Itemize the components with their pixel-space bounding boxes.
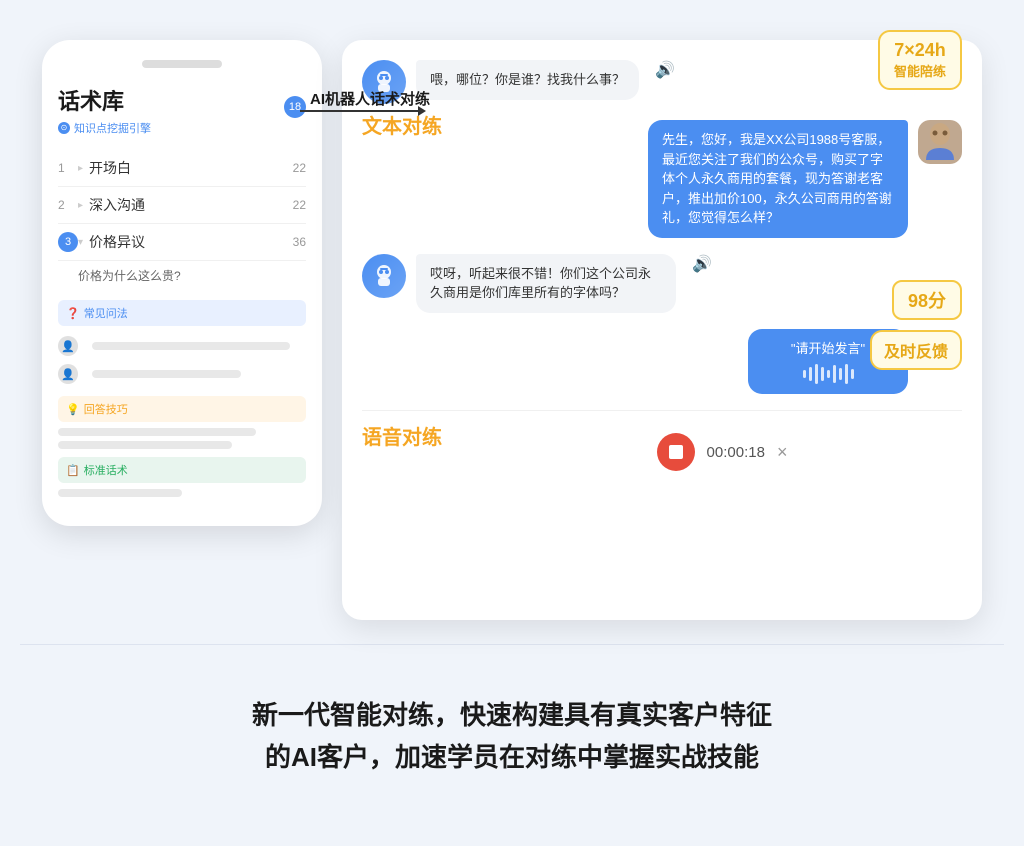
section-faq: ❓ 常见问法 bbox=[58, 300, 306, 326]
wave-bar-4 bbox=[821, 367, 824, 381]
score-badge: 98分 bbox=[892, 280, 962, 320]
section-standard: 📋 标准话术 bbox=[58, 457, 306, 483]
menu-item-2[interactable]: 2 ▸ 深入沟通 22 bbox=[58, 187, 306, 224]
tips-line-2 bbox=[58, 441, 232, 449]
menu-arrow-2: ▸ bbox=[78, 200, 83, 211]
speaker-icon-1: 🔊 bbox=[655, 60, 675, 80]
speaker-icon-2: 🔊 bbox=[692, 254, 712, 274]
faq-label: 常见问法 bbox=[84, 305, 128, 321]
right-panel: 7×24h 智能陪练 喂，哪位？你是谁？找我什么事？ 🔊 文本对练 bbox=[342, 40, 982, 620]
menu-count-3: 36 bbox=[293, 235, 306, 249]
person-icon-1: 👤 bbox=[58, 336, 78, 356]
menu-label-2: 深入沟通 bbox=[89, 195, 293, 215]
badge-247-sub: 智能陪练 bbox=[894, 61, 946, 80]
menu-arrow-3: ▾ bbox=[78, 237, 83, 248]
tips-icon: 💡 bbox=[66, 403, 80, 416]
bubble-3: 哎呀，听起来很不错！你们这个公司永久商用是你们库里所有的字体吗？ bbox=[416, 254, 676, 313]
faq-icon: ❓ bbox=[66, 307, 80, 320]
menu-num-3-active: 3 bbox=[58, 232, 78, 252]
wave-bar-7 bbox=[839, 368, 842, 380]
robot-avatar-2 bbox=[362, 254, 406, 298]
menu-arrow-1: ▸ bbox=[78, 163, 83, 174]
subtitle-text: 知识点挖掘引擎 bbox=[74, 120, 151, 136]
arrow-line bbox=[300, 110, 420, 112]
chat-row-2: 先生，您好，我是XX公司1988号客服，最近您关注了我们的公众号，购买了字体个人… bbox=[362, 120, 962, 238]
tips-line-1 bbox=[58, 428, 256, 436]
bubble-text-3: 哎呀，听起来很不错！你们这个公司永久商用是你们库里所有的字体吗？ bbox=[430, 266, 651, 301]
wave-bar-2 bbox=[809, 367, 812, 381]
phone-title: 话术库 bbox=[58, 84, 306, 116]
list-line-1 bbox=[92, 342, 290, 350]
voice-controls: 00:00:18 × bbox=[362, 423, 962, 481]
voice-timer: 00:00:18 bbox=[707, 444, 765, 461]
standard-label: 标准话术 bbox=[84, 462, 128, 478]
menu-item-3[interactable]: 3 ▾ 价格异议 36 bbox=[58, 224, 306, 261]
menu-label-1: 开场白 bbox=[89, 158, 293, 178]
feedback-badge: 及时反馈 bbox=[870, 330, 962, 370]
phone-notch bbox=[142, 60, 222, 68]
menu-count-2: 22 bbox=[293, 198, 306, 212]
divider bbox=[20, 644, 1004, 645]
menu-label-3: 价格异议 bbox=[89, 232, 293, 252]
bottom-line-2: 的AI客户，加速学员在对练中掌握实战技能 bbox=[252, 737, 772, 779]
person-icon-2: 👤 bbox=[58, 364, 78, 384]
standard-line-1 bbox=[58, 489, 182, 497]
bottom-description: 新一代智能对练，快速构建具有真实客户特征 的AI客户，加速学员在对练中掌握实战技… bbox=[212, 695, 812, 778]
badge-count: 18 bbox=[284, 96, 306, 118]
wave-bar-1 bbox=[803, 370, 806, 378]
arrow-label: AI机器人话术对练 bbox=[310, 88, 430, 109]
bubble-text-2: 先生，您好，我是XX公司1988号客服，最近您关注了我们的公众号，购买了字体个人… bbox=[662, 132, 892, 225]
badge-247-main: 7×24h bbox=[894, 40, 946, 61]
dot-icon: ⊙ bbox=[58, 122, 70, 134]
person-row-2: 👤 bbox=[58, 360, 306, 388]
section-tips: 💡 回答技巧 bbox=[58, 396, 306, 422]
wave-bar-6 bbox=[833, 365, 836, 383]
record-stop-button[interactable] bbox=[657, 433, 695, 471]
human-avatar bbox=[918, 120, 962, 164]
wave-bar-8 bbox=[845, 364, 848, 384]
left-phone: 话术库 ⊙ 知识点挖掘引擎 18 1 ▸ 开场白 22 2 ▸ 深入沟通 22 … bbox=[42, 40, 322, 526]
wave-bar-3 bbox=[815, 364, 818, 384]
chat-row-1: 喂，哪位？你是谁？找我什么事？ 🔊 bbox=[362, 60, 962, 104]
bubble-1: 喂，哪位？你是谁？找我什么事？ bbox=[416, 60, 639, 100]
sub-question: 价格为什么这么贵? bbox=[58, 261, 306, 292]
text-practice-label: 文本对练 bbox=[362, 110, 442, 139]
bubble-2: 先生，您好，我是XX公司1988号客服，最近您关注了我们的公众号，购买了字体个人… bbox=[648, 120, 908, 238]
bottom-line-1: 新一代智能对练，快速构建具有真实客户特征 bbox=[252, 695, 772, 737]
phone-subtitle: ⊙ 知识点挖掘引擎 bbox=[58, 120, 306, 136]
chat-row-3: 哎呀，听起来很不错！你们这个公司永久商用是你们库里所有的字体吗？ 🔊 bbox=[362, 254, 962, 313]
bubble-text-1: 喂，哪位？你是谁？找我什么事？ bbox=[430, 72, 625, 87]
person-row-1: 👤 bbox=[58, 332, 306, 360]
main-container: 话术库 ⊙ 知识点挖掘引擎 18 1 ▸ 开场白 22 2 ▸ 深入沟通 22 … bbox=[42, 30, 982, 620]
standard-icon: 📋 bbox=[66, 464, 80, 477]
badge-247: 7×24h 智能陪练 bbox=[878, 30, 962, 90]
wave-bar-9 bbox=[851, 369, 854, 379]
wave-bar-5 bbox=[827, 370, 830, 378]
tips-label: 回答技巧 bbox=[84, 401, 128, 417]
voice-bar-area: 语音对练 00:00:18 × bbox=[362, 410, 962, 481]
stop-icon bbox=[669, 445, 683, 459]
voice-practice-label: 语音对练 bbox=[362, 421, 442, 450]
close-voice-button[interactable]: × bbox=[777, 442, 788, 463]
menu-num-1: 1 bbox=[58, 161, 78, 175]
menu-count-1: 22 bbox=[293, 161, 306, 175]
list-line-2 bbox=[92, 370, 241, 378]
menu-item-1[interactable]: 1 ▸ 开场白 22 bbox=[58, 150, 306, 187]
arrow-connector: AI机器人话术对练 bbox=[300, 110, 420, 112]
menu-num-2: 2 bbox=[58, 198, 78, 212]
